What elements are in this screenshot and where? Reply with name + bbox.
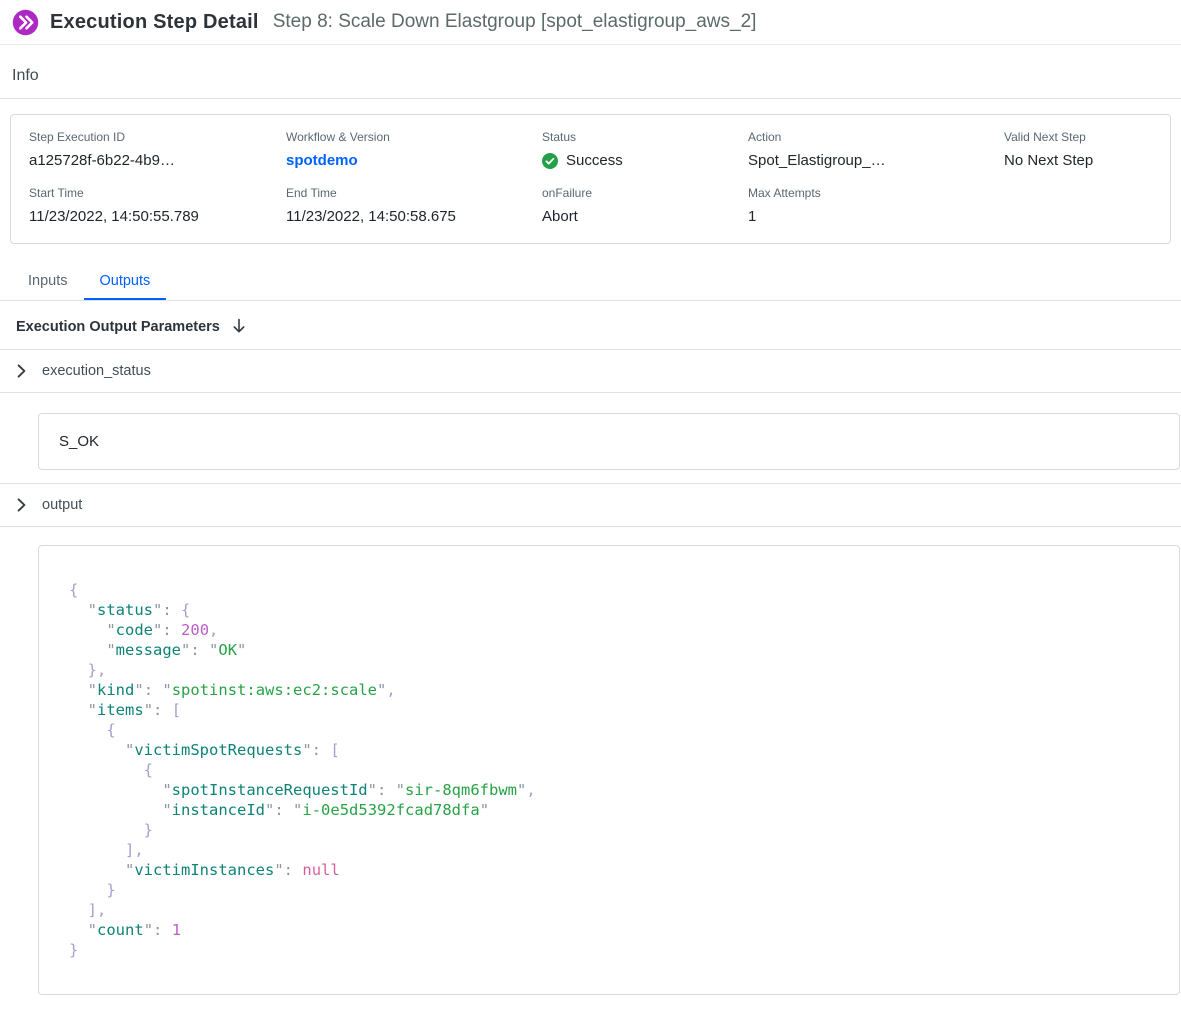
- output-json-box: { "status": { "code": 200, "message": "O…: [38, 545, 1180, 995]
- tab-outputs[interactable]: Outputs: [84, 262, 167, 300]
- field-step-execution-id: Step Execution ID a125728f-6b22-4b9…: [29, 130, 286, 169]
- field-onfailure: onFailure Abort: [542, 186, 748, 225]
- success-check-icon: [542, 153, 558, 169]
- field-label: Workflow & Version: [286, 130, 542, 144]
- info-section-label: Info: [0, 45, 1181, 99]
- workflow-link[interactable]: spotdemo: [286, 152, 542, 169]
- page-header: Execution Step Detail Step 8: Scale Down…: [0, 0, 1181, 45]
- page-subtitle: Step 8: Scale Down Elastgroup [spot_elas…: [273, 11, 757, 33]
- output-params-header: Execution Output Parameters: [0, 301, 1181, 350]
- field-label: Action: [748, 130, 1004, 144]
- field-label: Valid Next Step: [1004, 130, 1152, 144]
- download-arrow-icon[interactable]: [232, 318, 246, 335]
- execution-status-value-box: S_OK: [38, 413, 1180, 470]
- field-value: 1: [748, 208, 1004, 225]
- field-max-attempts: Max Attempts 1: [748, 186, 1004, 225]
- field-label: Max Attempts: [748, 186, 1004, 200]
- field-label: onFailure: [542, 186, 748, 200]
- output-params-title: Execution Output Parameters: [16, 319, 220, 335]
- field-label: Step Execution ID: [29, 130, 286, 144]
- execution-status-value: S_OK: [59, 433, 99, 450]
- field-value: a125728f-6b22-4b9…: [29, 152, 286, 169]
- field-workflow-version: Workflow & Version spotdemo: [286, 130, 542, 169]
- field-value: Abort: [542, 208, 748, 225]
- param-name: output: [42, 497, 82, 513]
- field-label: End Time: [286, 186, 542, 200]
- field-value: 11/23/2022, 14:50:55.789: [29, 208, 286, 225]
- field-label: Start Time: [29, 186, 286, 200]
- param-row-execution-status[interactable]: execution_status: [0, 350, 1181, 393]
- page-title: Execution Step Detail: [50, 11, 259, 34]
- field-valid-next-step: Valid Next Step No Next Step: [1004, 130, 1152, 169]
- param-name: execution_status: [42, 363, 151, 379]
- tab-inputs[interactable]: Inputs: [12, 262, 84, 300]
- field-status: Status Success: [542, 130, 748, 169]
- field-start-time: Start Time 11/23/2022, 14:50:55.789: [29, 186, 286, 225]
- field-label: Status: [542, 130, 748, 144]
- field-value: No Next Step: [1004, 152, 1152, 169]
- field-value: 11/23/2022, 14:50:58.675: [286, 208, 542, 225]
- status-badge: Success: [566, 152, 623, 169]
- field-end-time: End Time 11/23/2022, 14:50:58.675: [286, 186, 542, 225]
- field-action: Action Spot_Elastigroup_…: [748, 130, 1004, 169]
- chevron-right-icon: [17, 498, 27, 512]
- output-json-code: { "status": { "code": 200, "message": "O…: [69, 580, 1159, 960]
- field-value: Spot_Elastigroup_…: [748, 152, 1004, 169]
- param-row-output[interactable]: output: [0, 483, 1181, 527]
- tab-bar: Inputs Outputs: [0, 262, 1181, 301]
- info-card: Step Execution ID a125728f-6b22-4b9… Wor…: [10, 114, 1171, 244]
- app-logo-icon: [12, 9, 39, 36]
- chevron-right-icon: [17, 364, 27, 378]
